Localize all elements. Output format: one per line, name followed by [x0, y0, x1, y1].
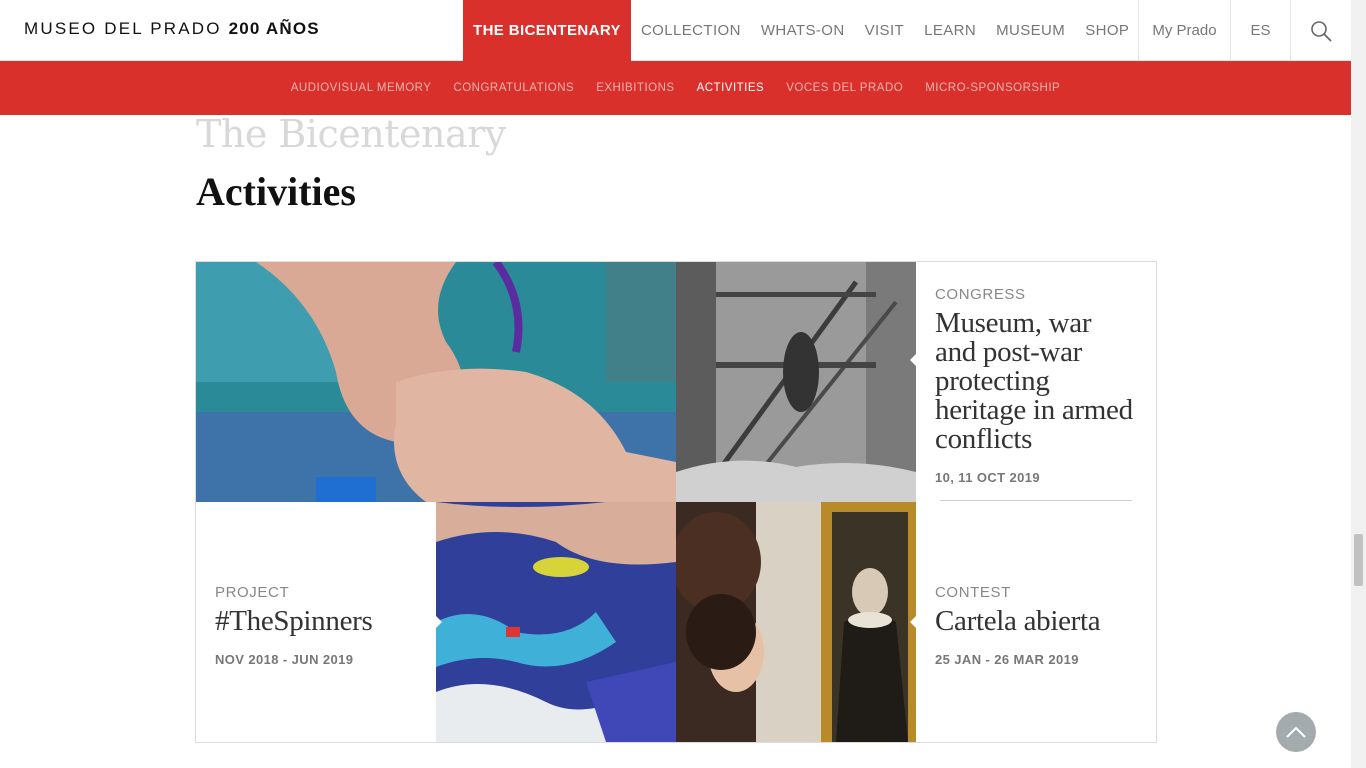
card-title[interactable]: #TheSpinners [215, 607, 373, 636]
contest-image[interactable] [676, 502, 916, 742]
nav-item-visit[interactable]: VISIT [855, 0, 915, 61]
card-date: 25 JAN - 26 MAR 2019 [935, 652, 1079, 667]
card-date: NOV 2018 - JUN 2019 [215, 652, 354, 667]
card-category: CONGRESS [935, 286, 1026, 303]
congress-card-text: CONGRESS Museum, war and post-war protec… [916, 286, 1156, 485]
back-to-top-button[interactable] [1276, 712, 1316, 752]
card-divider [940, 500, 1132, 501]
nav-item-collection[interactable]: COLLECTION [631, 0, 751, 61]
my-prado-link[interactable]: My Prado [1138, 0, 1230, 61]
nav-item-bicentenary[interactable]: THE BICENTENARY [463, 0, 631, 61]
card-title[interactable]: Museum, war and post-war protecting heri… [935, 309, 1137, 454]
page-title: Activities [196, 169, 356, 214]
spinners-card-text: PROJECT #TheSpinners NOV 2018 - JUN 2019 [196, 584, 392, 667]
nav-item-shop[interactable]: SHOP [1075, 0, 1139, 61]
contest-card-text: CONTEST Cartela abierta 25 JAN - 26 MAR … [916, 584, 1119, 667]
spinners-image-bottom[interactable] [436, 502, 676, 742]
card-pointer [436, 616, 442, 628]
site-logo[interactable]: MUSEO DEL PRADO 200 AÑOS [24, 19, 320, 39]
subnav-micro-sponsorship[interactable]: MICRO-SPONSORSHIP [914, 82, 1071, 94]
subnav-congratulations[interactable]: CONGRATULATIONS [442, 82, 585, 94]
card-date: 10, 11 OCT 2019 [935, 470, 1041, 485]
logo-text: MUSEO DEL PRADO [24, 19, 222, 38]
section-title: The Bicentenary [196, 112, 506, 156]
language-switch[interactable]: ES [1230, 0, 1290, 61]
subnav-audiovisual-memory[interactable]: AUDIOVISUAL MEMORY [280, 82, 443, 94]
contest-card[interactable]: CONTEST Cartela abierta 25 JAN - 26 MAR … [916, 502, 1156, 742]
subnav-exhibitions[interactable]: EXHIBITIONS [585, 82, 685, 94]
hands-photo [196, 262, 676, 502]
subnav-activities[interactable]: ACTIVITIES [686, 82, 776, 94]
subnav-voces-del-prado[interactable]: VOCES DEL PRADO [775, 82, 914, 94]
chevron-up-icon [1286, 726, 1306, 738]
sub-nav: AUDIOVISUAL MEMORY CONGRATULATIONS EXHIB… [0, 61, 1351, 115]
search-button[interactable] [1290, 0, 1351, 61]
activities-grid: CONGRESS Museum, war and post-war protec… [195, 261, 1157, 743]
scrollbar-thumb[interactable] [1354, 534, 1363, 586]
nav-item-learn[interactable]: LEARN [914, 0, 986, 61]
war-photo [676, 262, 916, 502]
card-category: PROJECT [215, 584, 290, 601]
search-icon [1311, 20, 1332, 41]
portrait-visitors-photo [676, 502, 916, 742]
card-title[interactable]: Cartela abierta [935, 607, 1101, 636]
card-category: CONTEST [935, 584, 1011, 601]
fabric-photo [436, 502, 676, 742]
spinners-image-top[interactable] [196, 262, 676, 502]
spinners-card[interactable]: PROJECT #TheSpinners NOV 2018 - JUN 2019 [196, 502, 436, 742]
nav-item-museum[interactable]: MUSEUM [986, 0, 1075, 61]
nav-item-whats-on[interactable]: WHATS-ON [751, 0, 855, 61]
page-scrollbar[interactable] [1351, 0, 1366, 768]
congress-image[interactable] [676, 262, 916, 502]
site-header: MUSEO DEL PRADO 200 AÑOS THE BICENTENARY… [0, 0, 1351, 61]
logo-anniversary: 200 AÑOS [228, 19, 320, 38]
main-nav: THE BICENTENARY COLLECTION WHATS-ON VISI… [463, 0, 1139, 61]
congress-card[interactable]: CONGRESS Museum, war and post-war protec… [916, 262, 1156, 502]
